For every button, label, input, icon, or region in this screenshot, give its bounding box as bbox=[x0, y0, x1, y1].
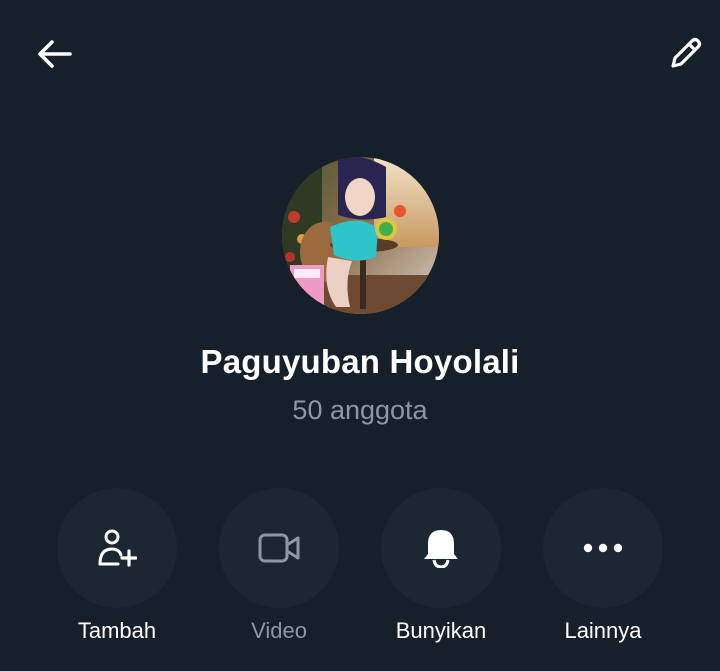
video-call-label: Video bbox=[251, 618, 307, 643]
ring-button[interactable]: Bunyikan bbox=[361, 488, 521, 644]
video-camera-icon bbox=[258, 533, 300, 563]
arrow-left-icon bbox=[38, 40, 72, 68]
pencil-icon bbox=[671, 37, 702, 68]
member-count[interactable]: 50 anggota bbox=[0, 395, 720, 426]
group-avatar[interactable] bbox=[282, 157, 439, 314]
group-avatar-image bbox=[282, 157, 439, 314]
ring-circle[interactable] bbox=[381, 488, 501, 608]
more-horizontal-icon bbox=[583, 543, 623, 553]
more-button[interactable]: Lainnya bbox=[523, 488, 683, 644]
group-name: Paguyuban Hoyolali bbox=[200, 343, 520, 380]
add-member-label: Tambah bbox=[77, 618, 157, 643]
video-call-circle[interactable] bbox=[219, 488, 339, 608]
video-call-button[interactable]: Video bbox=[199, 488, 359, 644]
bell-icon bbox=[424, 530, 458, 568]
more-label: Lainnya bbox=[564, 618, 642, 643]
more-circle[interactable] bbox=[543, 488, 663, 608]
back-button[interactable] bbox=[28, 32, 80, 76]
add-member-button[interactable]: Tambah bbox=[37, 488, 197, 644]
edit-button[interactable] bbox=[660, 28, 712, 78]
add-member-circle[interactable] bbox=[57, 488, 177, 608]
ring-label: Bunyikan bbox=[395, 618, 487, 643]
group-info-screen: Paguyuban Hoyolali 50 anggota Tambah Vid… bbox=[0, 0, 720, 671]
add-user-icon bbox=[98, 529, 137, 567]
